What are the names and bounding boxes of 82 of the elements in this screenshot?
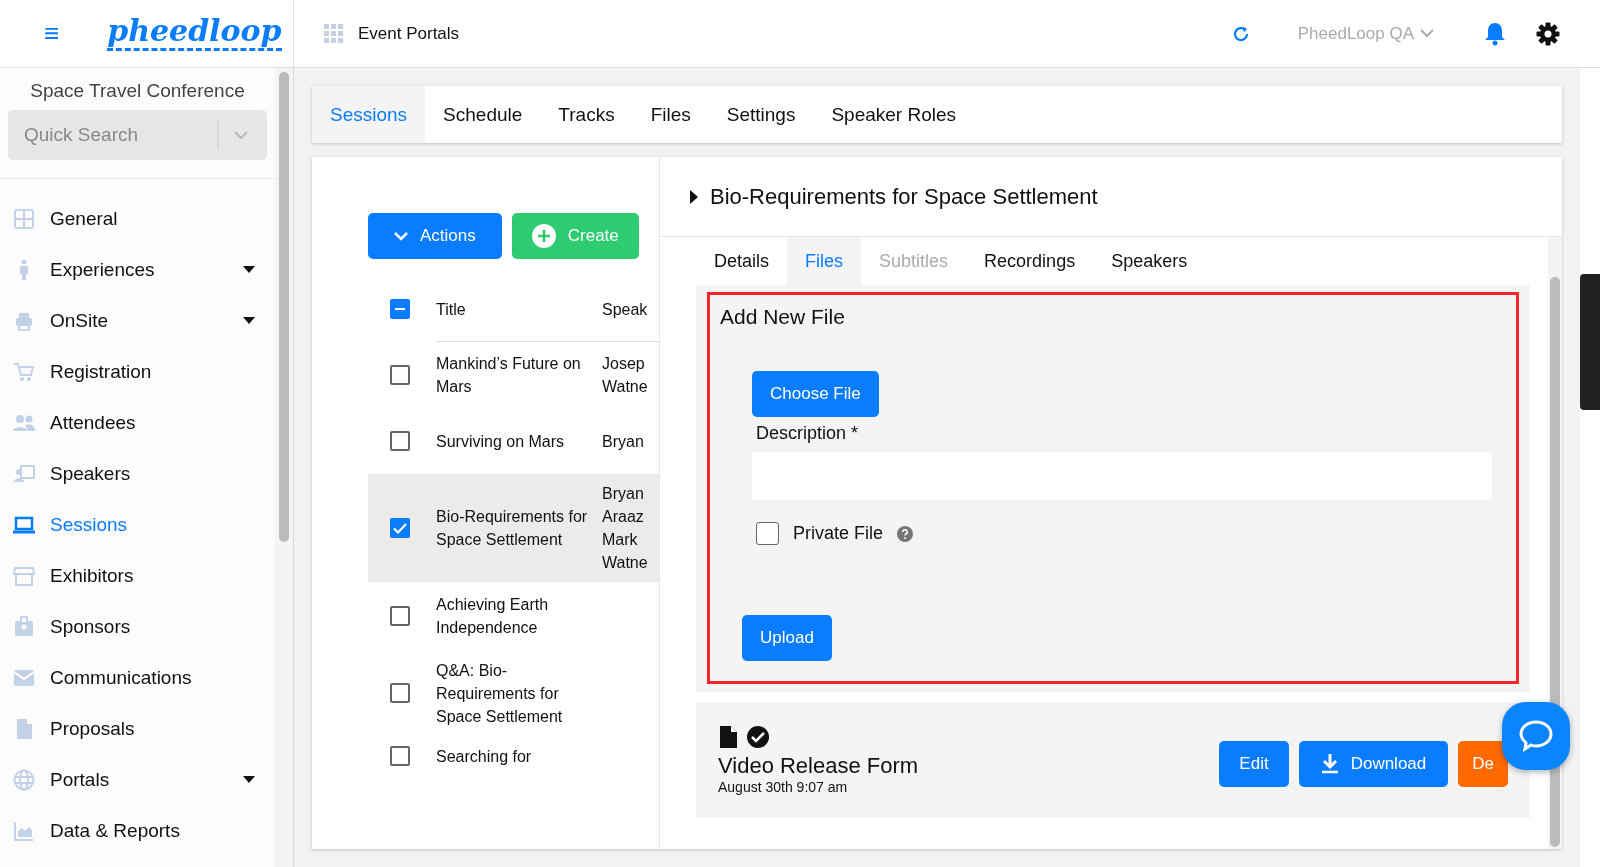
grid-icon bbox=[12, 206, 36, 231]
chat-button[interactable] bbox=[1502, 702, 1570, 770]
session-row[interactable]: Surviving on Mars Bryan bbox=[368, 408, 659, 474]
actions-button[interactable]: Actions bbox=[368, 213, 502, 259]
sidebar-item[interactable]: Data & Reports bbox=[0, 805, 275, 856]
download-icon bbox=[1320, 754, 1339, 774]
chat-bubble-icon bbox=[1519, 720, 1553, 752]
minus-icon bbox=[395, 308, 405, 310]
globe-icon bbox=[12, 767, 36, 792]
logo: pheedloop bbox=[107, 16, 282, 51]
row-checkbox[interactable] bbox=[390, 518, 410, 538]
session-row[interactable]: Q&A: Bio-Requirements for Space Settlement bbox=[368, 650, 659, 736]
session-title: Mankind’s Future on Mars bbox=[436, 354, 582, 397]
sidebar-item[interactable]: Communications bbox=[0, 652, 275, 703]
plus-circle-icon bbox=[531, 224, 556, 248]
row-checkbox[interactable] bbox=[390, 431, 410, 451]
session-row[interactable]: Searching for bbox=[368, 736, 659, 776]
tab[interactable]: Settings bbox=[708, 86, 814, 143]
column-header: Title bbox=[436, 299, 467, 320]
sidebar-item[interactable]: Speakers bbox=[0, 448, 275, 499]
tab[interactable]: Speakers bbox=[1093, 237, 1206, 285]
upload-button[interactable]: Upload bbox=[742, 615, 832, 661]
sidebar-item[interactable]: Exhibitors bbox=[0, 550, 275, 601]
sidebar-item[interactable]: Sessions bbox=[0, 499, 275, 550]
section-title: Event Portals bbox=[358, 23, 460, 44]
row-checkbox[interactable] bbox=[390, 606, 410, 626]
column-header: Speak bbox=[602, 299, 648, 320]
file-name: Video Release Form bbox=[718, 753, 919, 779]
scrollbar-thumb[interactable] bbox=[279, 72, 289, 542]
menu-icon[interactable]: ≡ bbox=[44, 18, 60, 49]
tab[interactable]: Files bbox=[632, 86, 709, 143]
sidebar-item[interactable]: Experiences bbox=[0, 244, 275, 295]
sidebar-item[interactable]: Sponsors bbox=[0, 601, 275, 652]
scrollbar-thumb[interactable] bbox=[1550, 277, 1560, 847]
private-file-label: Private File bbox=[793, 523, 884, 544]
tab[interactable]: Sessions bbox=[312, 86, 426, 143]
session-row[interactable]: Bio-Requirements for Space Settlement Bryan Araaz Mark Watne bbox=[368, 474, 659, 582]
chevron-down-icon bbox=[394, 231, 408, 241]
tab[interactable]: Tracks bbox=[540, 86, 633, 143]
refresh-icon[interactable] bbox=[1231, 24, 1250, 43]
file-check-icon bbox=[718, 725, 772, 749]
sidebar-item[interactable]: Registration bbox=[0, 346, 275, 397]
session-title: Bio-Requirements for Space Settlement bbox=[710, 183, 1098, 210]
sidebar-item[interactable]: Proposals bbox=[0, 703, 275, 754]
tab[interactable]: Speaker Roles bbox=[813, 86, 975, 143]
speaker-names: Josep Watne bbox=[602, 354, 648, 397]
session-title: Q&A: Bio-Requirements for Space Settlement bbox=[436, 660, 564, 727]
session-title: Bio-Requirements for Space Settlement bbox=[436, 507, 589, 550]
chevron-down-icon bbox=[217, 120, 251, 150]
row-checkbox[interactable] bbox=[390, 683, 410, 703]
file-date: August 30th 9:07 am bbox=[718, 779, 849, 795]
tab[interactable]: Files bbox=[787, 237, 862, 285]
row-checkbox[interactable] bbox=[390, 365, 410, 385]
form-title: Add New File bbox=[720, 305, 846, 329]
tab[interactable]: Recordings bbox=[966, 237, 1094, 285]
row-checkbox[interactable] bbox=[390, 746, 410, 766]
sidebar-item[interactable]: Attendees bbox=[0, 397, 275, 448]
session-title: Surviving on Mars bbox=[436, 431, 566, 452]
bell-icon[interactable] bbox=[1484, 21, 1506, 46]
session-row[interactable]: Achieving Earth Independence bbox=[368, 582, 659, 650]
download-button[interactable]: Download bbox=[1298, 741, 1449, 787]
field-label: Description * bbox=[756, 423, 860, 444]
sidebar-item[interactable]: General bbox=[0, 193, 275, 244]
caret-right-icon[interactable] bbox=[690, 189, 698, 204]
select-all-checkbox[interactable] bbox=[390, 299, 410, 319]
sidebar-item[interactable]: Portals bbox=[0, 754, 275, 805]
session-title: Searching for bbox=[436, 746, 533, 767]
speaker-names: Bryan Araaz Mark Watne bbox=[602, 484, 648, 573]
session-row[interactable]: Mankind’s Future on Mars Josep Watne bbox=[368, 342, 659, 408]
badge-icon bbox=[12, 614, 36, 639]
help-icon[interactable] bbox=[897, 525, 914, 542]
tab[interactable]: Schedule bbox=[425, 86, 541, 143]
chevron-down-icon bbox=[1420, 29, 1434, 38]
choose-file-button[interactable]: Choose File bbox=[752, 371, 879, 417]
sidebar-item[interactable]: OnSite bbox=[0, 295, 275, 346]
event-name: Space Travel Conference bbox=[29, 79, 246, 103]
edit-button[interactable]: Edit bbox=[1219, 741, 1289, 787]
speaker-names: Bryan bbox=[602, 431, 644, 452]
settings-icon[interactable] bbox=[1536, 21, 1560, 46]
session-title: Achieving Earth Independence bbox=[436, 595, 550, 638]
tab[interactable]: Details bbox=[696, 237, 788, 285]
private-checkbox[interactable] bbox=[756, 522, 779, 545]
